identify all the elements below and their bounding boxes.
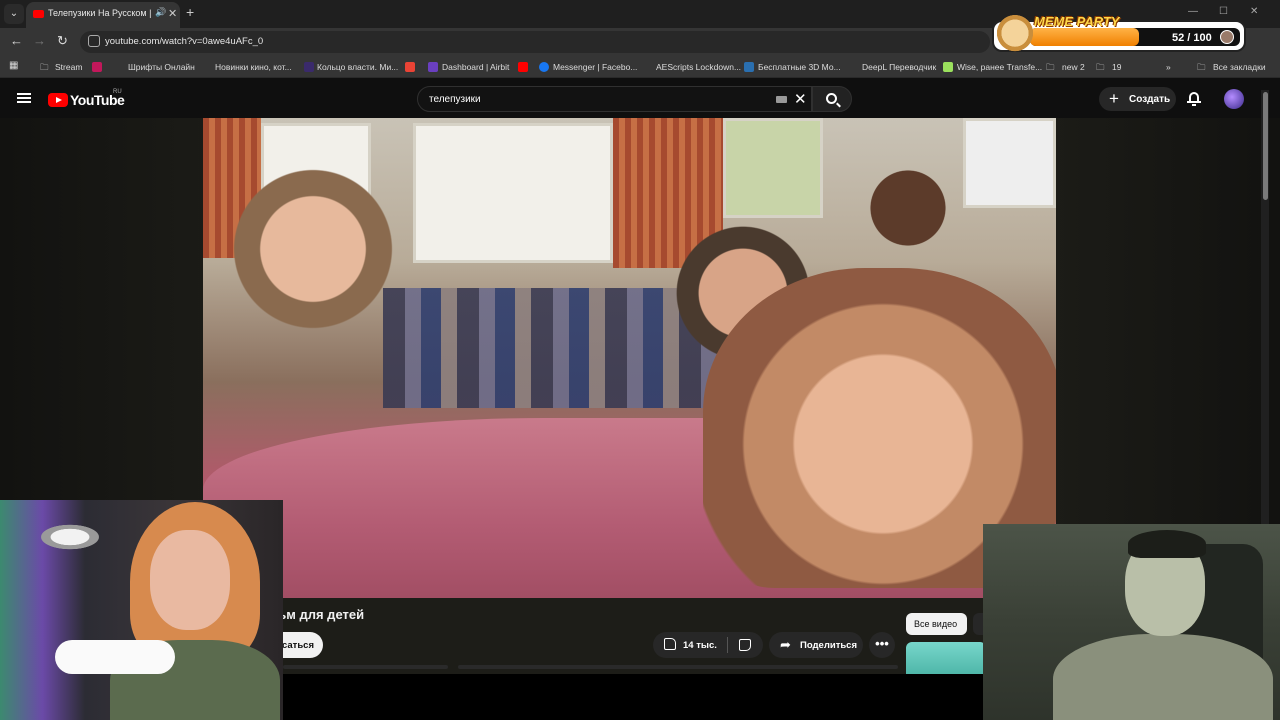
eagle-emblem-icon: [25, 518, 115, 556]
account-avatar[interactable]: [1224, 89, 1244, 109]
browser-tab-active[interactable]: Телепузики На Русском | Р 🔊 ✕: [26, 2, 180, 28]
scrollbar-thumb[interactable]: [1263, 92, 1268, 200]
bookmark-aescripts[interactable]: AEScripts Lockdown...: [656, 62, 741, 72]
video-title: льм для детей: [270, 607, 365, 622]
youtube-icon[interactable]: [518, 62, 528, 72]
webcam-left: [0, 500, 283, 720]
bookmark-rings-of-power[interactable]: Кольцо власти. Ми...: [317, 62, 398, 72]
gmail-icon[interactable]: [405, 62, 415, 72]
meme-avatar: [1220, 30, 1234, 44]
meme-party-logo: MEME PARTY: [1034, 14, 1120, 29]
forward-icon[interactable]: →: [33, 33, 46, 48]
create-button[interactable]: + Создать: [1099, 87, 1176, 111]
folder-icon: 🗀: [1197, 62, 1206, 72]
video-scene-child: [853, 158, 963, 258]
folder-icon: 🗀: [1046, 62, 1055, 72]
more-actions-button[interactable]: •••: [869, 632, 895, 658]
all-bookmarks[interactable]: Все закладки: [1213, 62, 1266, 72]
meme-count: 52 / 100: [1172, 32, 1212, 44]
tab-search-button[interactable]: ⌄: [4, 4, 24, 24]
description-placeholder: [283, 665, 448, 669]
bookmark-fonts[interactable]: Шрифты Онлайн: [128, 62, 195, 72]
speaker-icon[interactable]: 🔊: [155, 7, 166, 18]
bookmark-stream[interactable]: Stream: [55, 62, 82, 72]
search-query[interactable]: телепузики: [429, 94, 481, 105]
maximize-icon[interactable]: ☐: [1219, 6, 1228, 17]
tab-close-icon[interactable]: ✕: [168, 7, 177, 20]
bookmark-favicon-icon: [428, 62, 438, 72]
bookmark-favicon-icon: [92, 62, 102, 72]
address-bar[interactable]: youtube.com/watch?v=0awe4uAFc_0: [80, 31, 990, 53]
folder-icon: 🗀: [1096, 62, 1105, 72]
search-input[interactable]: телепузики ✕: [417, 86, 812, 112]
tab-title: Телепузики На Русском | Р: [48, 8, 152, 18]
window-close-icon[interactable]: ✕: [1250, 6, 1258, 17]
bookmark-airbit[interactable]: Dashboard | Airbit: [442, 62, 509, 72]
meme-progress-fill: [1030, 28, 1139, 46]
dislike-icon[interactable]: [739, 639, 751, 651]
subscribe-label: саться: [282, 640, 315, 651]
site-info-icon[interactable]: [88, 35, 100, 47]
description-placeholder: [458, 665, 898, 669]
youtube-logo-icon[interactable]: [48, 93, 68, 107]
youtube-header: YouTube RU телепузики ✕ + Создать: [0, 78, 1280, 118]
like-divider: [727, 637, 728, 653]
bottom-letterbox: [283, 674, 983, 720]
folder-icon: 🗀: [40, 62, 49, 72]
keyboard-icon[interactable]: [776, 96, 787, 103]
wise-icon: [943, 62, 953, 72]
share-label: Поделиться: [800, 640, 858, 651]
apps-grid-icon[interactable]: ▦: [9, 60, 18, 71]
menu-icon[interactable]: [17, 93, 31, 103]
bookmark-3d-models[interactable]: Бесплатные 3D Мо...: [758, 62, 841, 72]
bookmark-wise[interactable]: Wise, ранее Transfe...: [957, 62, 1042, 72]
webcam-person-body: [1053, 634, 1273, 720]
video-player[interactable]: [203, 118, 1056, 598]
bookmarks-bar: ▦ 🗀 Stream Шрифты Онлайн Новинки кино, к…: [0, 56, 1280, 78]
bookmark-favicon-icon: [304, 62, 314, 72]
like-dislike-group: 14 тыс.: [653, 632, 763, 658]
new-tab-button[interactable]: +: [186, 4, 194, 20]
plus-icon: +: [1109, 89, 1119, 108]
recommended-video-thumbnail[interactable]: [906, 642, 986, 674]
reload-icon[interactable]: ↻: [57, 33, 68, 49]
bookmark-deepl[interactable]: DeepL Переводчик: [862, 62, 936, 72]
like-count[interactable]: 14 тыс.: [683, 640, 717, 651]
address-url[interactable]: youtube.com/watch?v=0awe4uAFc_0: [105, 36, 263, 47]
notifications-bell-icon[interactable]: [1187, 91, 1201, 106]
like-icon[interactable]: [664, 638, 676, 650]
chip-all-videos[interactable]: Все видео: [906, 613, 967, 635]
youtube-favicon-icon: [33, 10, 44, 18]
search-icon: [826, 93, 837, 104]
search-button[interactable]: [812, 86, 852, 112]
video-scene-board: [963, 118, 1056, 208]
bookmark-folder-19[interactable]: 19: [1112, 62, 1121, 72]
meme-party-widget: MEME PARTY 52 / 100: [992, 10, 1246, 52]
minimize-icon[interactable]: —: [1188, 6, 1198, 17]
microphone-icon: [55, 640, 175, 674]
webcam-right: [983, 524, 1280, 720]
back-icon[interactable]: ←: [10, 33, 23, 48]
create-label: Создать: [1129, 94, 1171, 105]
bookmarks-overflow-icon[interactable]: »: [1166, 62, 1171, 72]
video-scene-window: [413, 123, 613, 263]
share-icon: ➦: [780, 637, 791, 652]
bookmark-movies[interactable]: Новинки кино, кот...: [215, 62, 292, 72]
webcam-streamer-face: [150, 530, 230, 630]
region-code: RU: [113, 89, 122, 95]
chip-all-label: Все видео: [914, 619, 958, 629]
clear-search-icon[interactable]: ✕: [794, 90, 807, 108]
bookmark-favicon-icon: [744, 62, 754, 72]
video-scene-boy: [228, 168, 398, 348]
doge-icon: [996, 10, 1034, 52]
bookmark-messenger[interactable]: Messenger | Facebo...: [553, 62, 637, 72]
video-scene-board: [723, 118, 823, 218]
webcam-person-hair: [1128, 530, 1206, 558]
facebook-icon: [539, 62, 549, 72]
bookmark-folder-new2[interactable]: new 2: [1062, 62, 1085, 72]
share-button[interactable]: ➦ Поделиться: [769, 632, 863, 658]
screen: ⌄ Телепузики На Русском | Р 🔊 ✕ + — ☐ ✕ …: [0, 0, 1280, 720]
